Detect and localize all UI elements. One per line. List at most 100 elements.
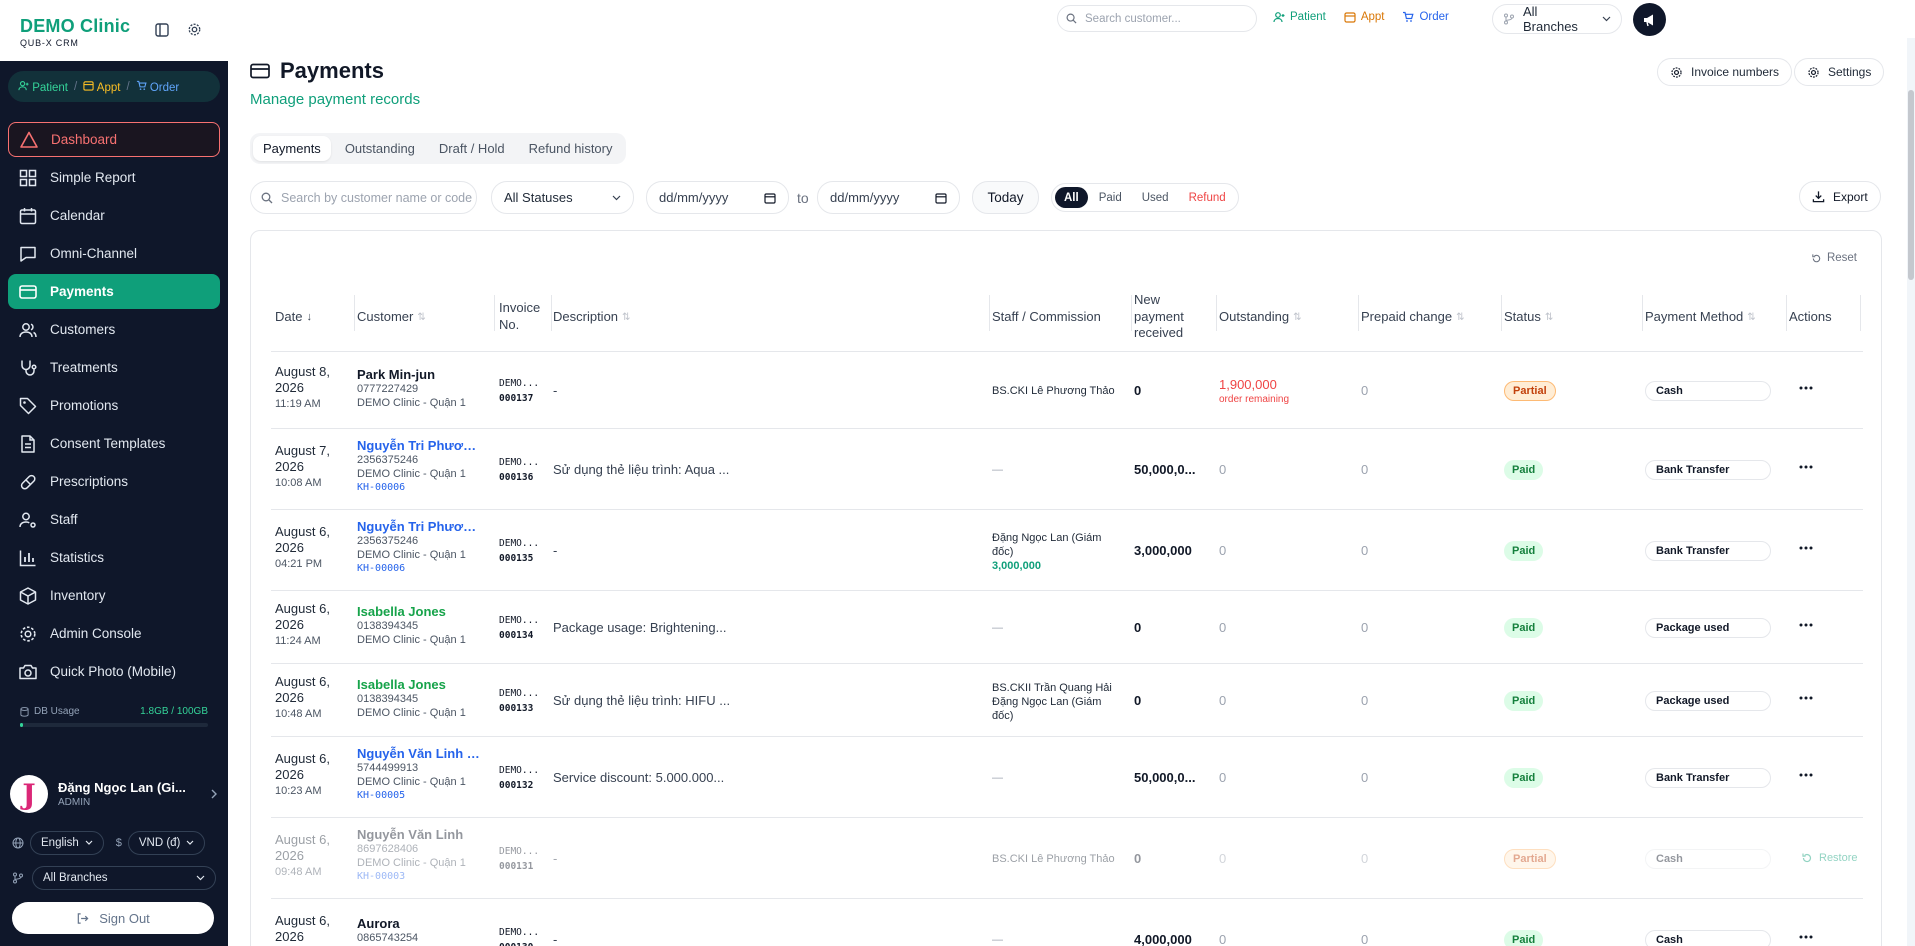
invoice-number[interactable]: DEMO... 000133 [499,686,539,716]
sidebar-item-customers[interactable]: Customers [8,312,220,347]
sidebar-item-simple-report[interactable]: Simple Report [8,160,220,195]
filter-refund[interactable]: Refund [1180,187,1235,208]
sidebar-item-inventory[interactable]: Inventory [8,578,220,613]
top-order-button[interactable]: Order [1402,11,1449,23]
customer-code[interactable]: KH-00006 [357,563,481,574]
sidebar-item-staff[interactable]: Staff [8,502,220,537]
today-button[interactable]: Today [972,181,1039,214]
invoice-number[interactable]: DEMO... 000132 [499,763,539,793]
more-actions-icon[interactable] [1798,540,1814,561]
date-from-input[interactable]: dd/mm/yyyy [646,181,789,214]
sidebar-item-calendar[interactable]: Calendar [8,198,220,233]
tab-payments[interactable]: Payments [253,136,331,161]
more-actions-icon[interactable] [1798,767,1814,788]
table-row[interactable]: August 6, 2026 11:24 AM Isabella Jones 01383… [251,591,1881,664]
invoice-number[interactable]: DEMO... 000135 [499,536,539,566]
sidebar-item-prescriptions[interactable]: Prescriptions [8,464,220,499]
column-header-payment-method[interactable]: Payment Method ⇅ [1645,287,1756,347]
status-select[interactable]: All Statuses [491,181,634,214]
column-header-outstanding[interactable]: Outstanding ⇅ [1219,287,1302,347]
invoice-number[interactable]: DEMO... 000130 [499,925,539,946]
column-header-status[interactable]: Status ⇅ [1504,287,1553,347]
column-header-description[interactable]: Description ⇅ [553,287,630,347]
top-patient-button[interactable]: Patient [1273,11,1326,23]
sign-out-button[interactable]: Sign Out [12,902,214,934]
table-row[interactable]: August 6, 2026 04:21 PM Nguyễn Tri Phươn...… [251,510,1881,591]
filter-all[interactable]: All [1055,187,1088,208]
filter-used[interactable]: Used [1133,187,1178,208]
invoice-number[interactable]: DEMO... 000137 [499,376,539,406]
collapse-sidebar-icon[interactable] [155,22,169,37]
quick-order-button[interactable]: Order [136,80,179,94]
table-row[interactable]: August 7, 2026 10:08 AM Nguyễn Tri Phươn...… [251,429,1881,510]
payment-method-select[interactable]: Cash [1645,848,1771,869]
top-appt-button[interactable]: Appt [1344,11,1384,23]
user-profile[interactable]: J Đặng Ngọc Lan (Gi... ADMIN [10,772,218,816]
sidebar-item-consent-templates[interactable]: Consent Templates [8,426,220,461]
language-select[interactable]: English [30,831,104,855]
customer-name-link[interactable]: Nguyễn Tri Phươn... [357,438,481,453]
column-header-prepaid[interactable]: Prepaid change ⇅ [1361,287,1464,347]
sidebar-item-treatments[interactable]: Treatments [8,350,220,385]
date-to-input[interactable]: dd/mm/yyyy [817,181,960,214]
payment-method-select[interactable]: Bank Transfer [1645,459,1771,480]
sidebar-item-promotions[interactable]: Promotions [8,388,220,423]
payment-method-select[interactable]: Cash [1645,929,1771,946]
more-actions-icon[interactable] [1798,380,1814,401]
invoice-number[interactable]: DEMO... 000131 [499,844,539,874]
sidebar-item-quick-photo-mobile[interactable]: Quick Photo (Mobile) [8,654,220,689]
table-row[interactable]: August 6,2026 Aurora0865743254DEMO Clinic… [251,899,1881,946]
settings-button[interactable]: Settings [1794,58,1885,86]
quick-appt-button[interactable]: Appt [83,80,120,94]
customer-name-link[interactable]: Park Min-jun [357,367,481,382]
payment-method-select[interactable]: Package used [1645,617,1771,638]
customer-search-input[interactable]: Search customer... [1057,5,1257,32]
tab-outstanding[interactable]: Outstanding [335,136,425,161]
more-actions-icon[interactable] [1798,690,1814,711]
column-header-customer[interactable]: Customer ⇅ [357,287,426,347]
table-row[interactable]: August 6, 2026 10:23 AM Nguyễn Văn Linh (..… [251,737,1881,818]
payment-method-select[interactable]: Package used [1645,690,1771,711]
currency-select[interactable]: VND (đ) [127,831,206,855]
invoice-numbers-button[interactable]: Invoice numbers [1657,58,1793,86]
customer-code[interactable]: KH-00003 [357,871,481,882]
column-header-new-payment[interactable]: New payment received [1134,287,1184,347]
customer-code[interactable]: KH-00005 [357,790,481,801]
filter-paid[interactable]: Paid [1090,187,1131,208]
more-actions-icon[interactable] [1798,617,1814,638]
sidebar-item-statistics[interactable]: Statistics [8,540,220,575]
customer-name-link[interactable]: Isabella Jones [357,677,481,692]
gear-icon[interactable] [187,22,202,37]
tab-refund-history[interactable]: Refund history [519,136,623,161]
payment-method-select[interactable]: Bank Transfer [1645,540,1771,561]
payment-search-input[interactable]: Search by customer name or code [250,181,477,214]
payment-method-select[interactable]: Bank Transfer [1645,767,1771,788]
column-header-date[interactable]: Date ↓ [275,287,312,347]
sidebar-item-dashboard[interactable]: Dashboard [8,122,220,157]
export-button[interactable]: Export [1799,181,1881,212]
customer-code[interactable]: KH-00006 [357,482,481,493]
column-header-staff[interactable]: Staff / Commission [992,287,1101,347]
customer-name-link[interactable]: Nguyễn Văn Linh (... [357,746,481,761]
top-branch-select[interactable]: All Branches [1492,4,1622,34]
sidebar-item-payments[interactable]: Payments [8,274,220,309]
branch-select[interactable]: All Branches [32,866,216,890]
quick-patient-button[interactable]: Patient [18,80,68,94]
payment-method-select[interactable]: Cash [1645,380,1771,401]
tab-draft-hold[interactable]: Draft / Hold [429,136,515,161]
table-row[interactable]: August 6, 2026 09:48 AM Nguyễn Văn Linh 8697… [251,818,1881,899]
customer-name-link[interactable]: Nguyễn Tri Phươn... [357,519,481,534]
scrollbar-thumb[interactable] [1908,90,1914,280]
invoice-number[interactable]: DEMO... 000136 [499,455,539,485]
table-row[interactable]: August 8, 2026 11:19 AM Park Min-jun 0777227… [251,352,1881,429]
table-row[interactable]: August 6, 2026 10:48 AM Isabella Jones 01383… [251,664,1881,737]
sidebar-item-omni-channel[interactable]: Omni-Channel [8,236,220,271]
column-header-invoice[interactable]: Invoice No. [499,287,540,347]
sidebar-item-admin-console[interactable]: Admin Console [8,616,220,651]
more-actions-icon[interactable] [1798,459,1814,480]
reset-button[interactable]: Reset [1811,252,1857,264]
page-scrollbar[interactable] [1907,38,1915,946]
invoice-number[interactable]: DEMO... 000134 [499,613,539,643]
customer-name-link[interactable]: Isabella Jones [357,604,481,619]
announcement-icon[interactable] [1633,3,1666,36]
